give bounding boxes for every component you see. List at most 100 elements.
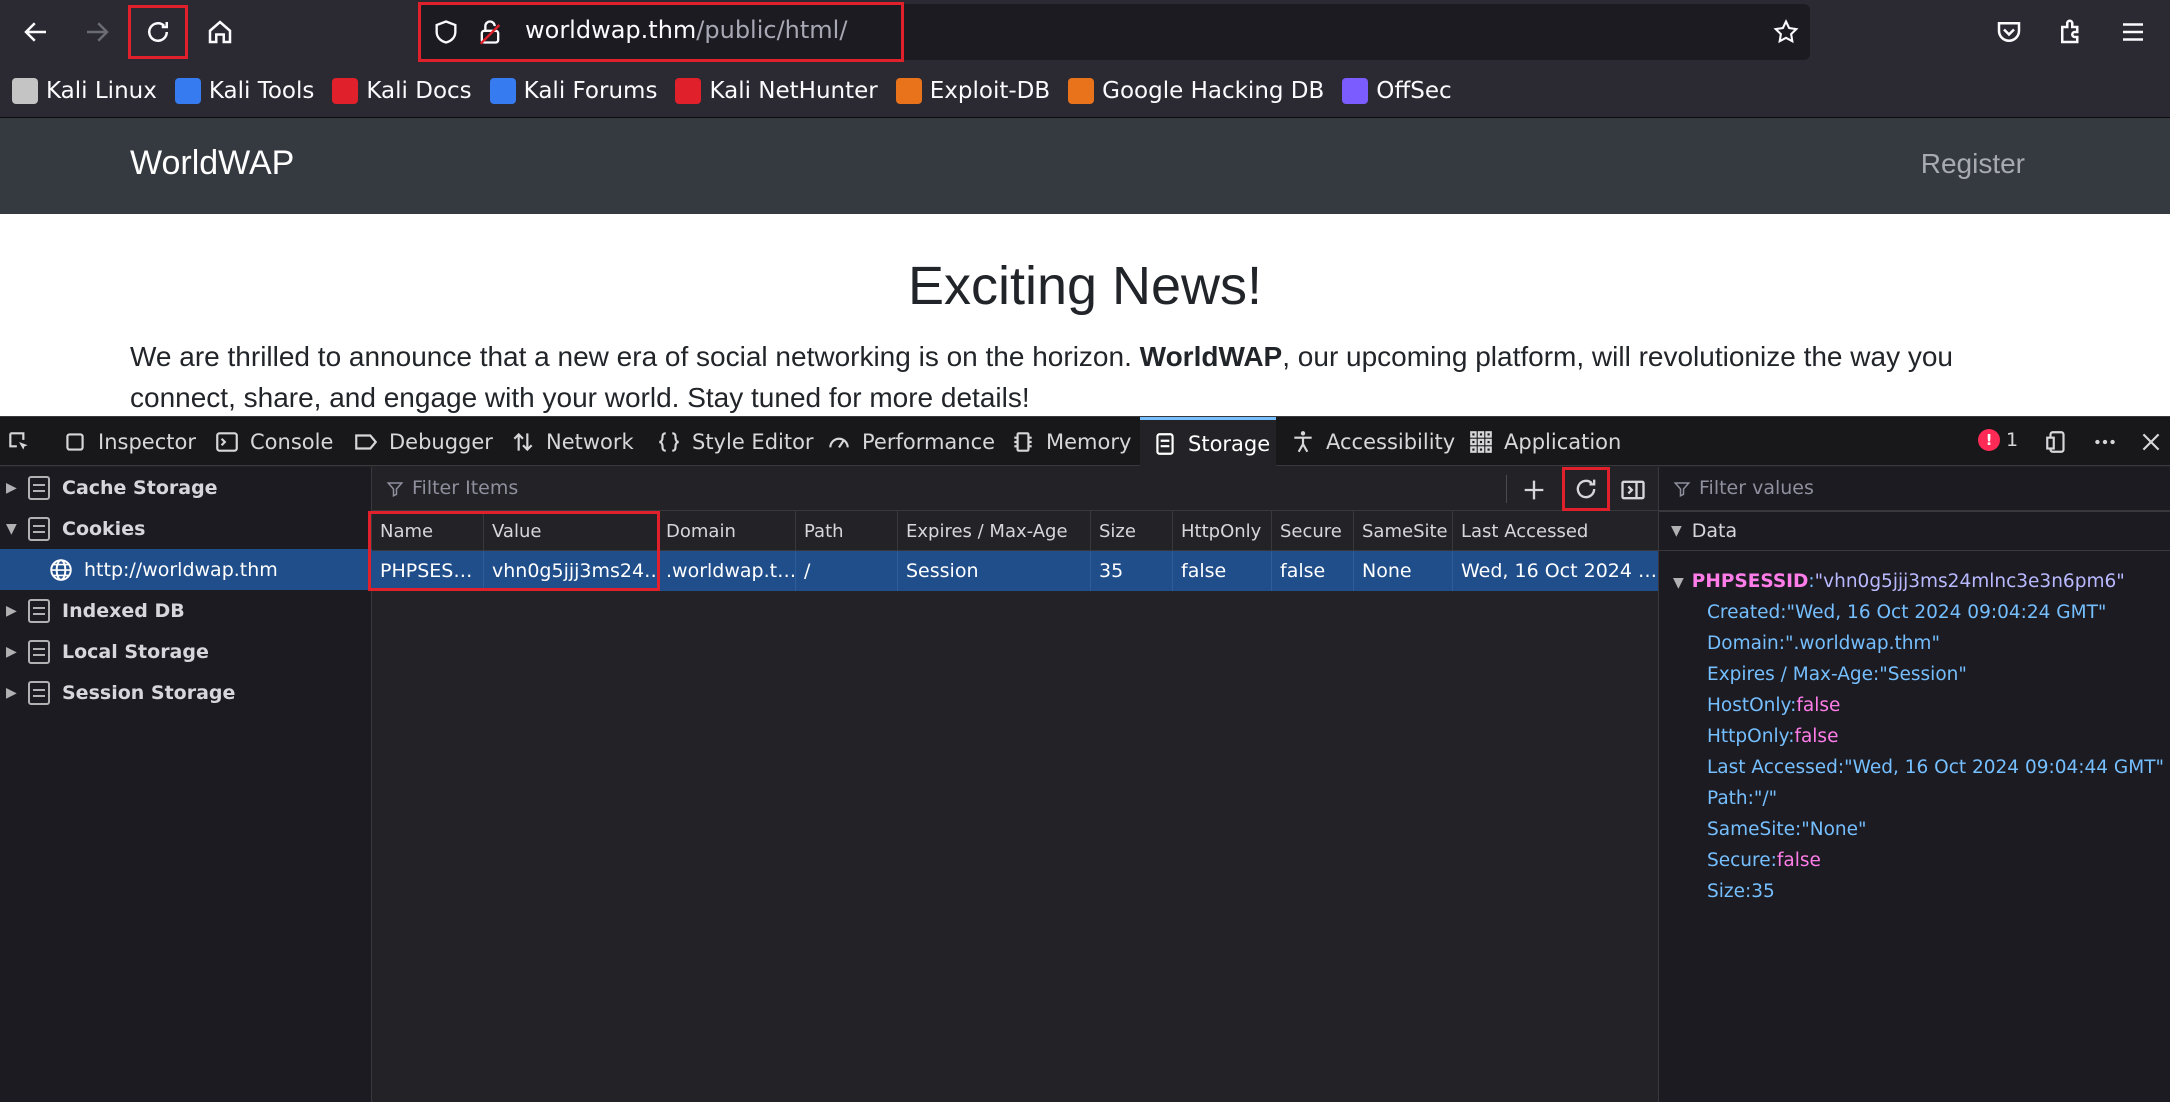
menu-button[interactable]: [2109, 8, 2157, 56]
page-headline: Exciting News!: [907, 256, 1263, 316]
tab-network[interactable]: Network: [510, 417, 634, 467]
toggle-sidebar-button[interactable]: [1612, 471, 1654, 509]
tab-console[interactable]: Console: [214, 417, 333, 467]
reload-button[interactable]: [128, 5, 188, 59]
data-key: HttpOnly: [1707, 726, 1789, 747]
ghdb-icon: [1068, 77, 1095, 104]
tab-performance[interactable]: Performance: [826, 417, 995, 467]
data-created[interactable]: Created:"Wed, 16 Oct 2024 09:04:24 GMT": [1707, 602, 2106, 623]
collapse-arrow-icon[interactable]: ▼: [6, 521, 20, 537]
tree-indexed-db[interactable]: ▶ Indexed DB: [0, 590, 372, 631]
tree-cookie-host[interactable]: http://worldwap.thm: [0, 549, 372, 590]
responsive-design-button[interactable]: [2044, 417, 2080, 467]
bookmark-google-hacking-db[interactable]: Google Hacking DB: [1068, 77, 1324, 104]
bookmark-kali-forums[interactable]: Kali Forums: [489, 77, 657, 104]
storage-icon: [28, 475, 50, 500]
devtools-options-button[interactable]: [2092, 417, 2128, 467]
expand-arrow-icon[interactable]: ▶: [6, 644, 20, 660]
plus-icon: [1524, 480, 1544, 500]
bookmark-kali-tools[interactable]: Kali Tools: [174, 77, 314, 104]
data-domain[interactable]: Domain:".worldwap.thm": [1707, 633, 1940, 654]
name-value-highlight-box: [368, 511, 660, 591]
collapse-arrow-icon[interactable]: ▼: [1673, 575, 1684, 591]
tree-local-storage[interactable]: ▶ Local Storage: [0, 631, 372, 672]
tree-cache-storage[interactable]: ▶ Cache Storage: [0, 467, 372, 508]
add-item-button[interactable]: [1513, 471, 1555, 509]
data-httponly[interactable]: HttpOnly:false: [1707, 726, 1838, 747]
data-last-accessed[interactable]: Last Accessed:"Wed, 16 Oct 2024 09:04:44…: [1707, 757, 2164, 778]
cell-samesite[interactable]: None: [1354, 551, 1453, 591]
tab-debugger[interactable]: Debugger: [353, 417, 493, 467]
col-header-last-accessed[interactable]: Last Accessed: [1453, 511, 1658, 551]
bookmark-kali-docs[interactable]: Kali Docs: [332, 77, 472, 104]
expand-arrow-icon[interactable]: ▶: [6, 603, 20, 619]
forward-button[interactable]: [73, 8, 121, 56]
bookmark-offsec[interactable]: OffSec: [1342, 77, 1452, 104]
data-samesite[interactable]: SameSite:"None": [1707, 819, 1867, 840]
cell-last-accessed[interactable]: Wed, 16 Oct 2024 …: [1453, 551, 1658, 591]
tree-session-storage[interactable]: ▶ Session Storage: [0, 672, 372, 713]
arrow-left-icon: [24, 22, 46, 42]
bookmark-kali-linux[interactable]: Kali Linux: [12, 77, 157, 104]
web-page: WorldWAP Register Exciting News! We are …: [0, 118, 2170, 416]
col-header-path[interactable]: Path: [796, 511, 898, 551]
tree-label: Cookies: [62, 517, 146, 540]
tab-inspector[interactable]: Inspector: [62, 417, 196, 467]
filter-values-bar: Filter values: [1659, 467, 2170, 511]
bookmark-star-icon[interactable]: [1772, 18, 1800, 46]
col-header-httponly[interactable]: HttpOnly: [1173, 511, 1272, 551]
extensions-button[interactable]: [2047, 8, 2095, 56]
exploit-db-icon: [895, 77, 922, 104]
cell-path[interactable]: /: [796, 551, 898, 591]
devtools-tabbar: Inspector Console Debugger Network Style…: [0, 416, 2170, 467]
tab-application[interactable]: Application: [1468, 417, 1621, 467]
collapse-arrow-icon[interactable]: ▼: [1671, 523, 1682, 539]
tab-accessibility[interactable]: Accessibility: [1290, 417, 1455, 467]
tab-label: Console: [250, 430, 334, 454]
error-count-badge[interactable]: ! 1: [1978, 429, 2018, 451]
filter-icon: [386, 482, 404, 497]
expand-arrow-icon[interactable]: ▶: [6, 480, 20, 496]
puzzle-icon: [2061, 19, 2079, 44]
filter-items-input[interactable]: Filter Items: [412, 477, 518, 499]
bookmark-exploit-db[interactable]: Exploit-DB: [895, 77, 1051, 104]
pocket-button[interactable]: [1985, 8, 2033, 56]
data-root-entry[interactable]: ▼ PHPSESSID:"vhn0g5jjj3ms24mlnc3e3n6pm6": [1673, 571, 2125, 592]
data-key: SameSite: [1707, 819, 1796, 840]
bookmark-label: Exploit-DB: [929, 77, 1051, 104]
filter-values-input[interactable]: Filter values: [1699, 477, 1814, 499]
data-size[interactable]: Size:35: [1707, 881, 1775, 902]
cell-secure[interactable]: false: [1272, 551, 1354, 591]
home-button[interactable]: [196, 8, 244, 56]
refresh-items-button[interactable]: [1562, 467, 1610, 511]
data-expires[interactable]: Expires / Max-Age:"Session": [1707, 664, 1967, 685]
cell-expires[interactable]: Session: [898, 551, 1091, 591]
col-header-domain[interactable]: Domain: [658, 511, 796, 551]
error-count: 1: [2006, 429, 2019, 451]
cell-domain[interactable]: .worldwap.t…: [658, 551, 796, 591]
data-secure[interactable]: Secure:false: [1707, 850, 1821, 871]
tree-cookies[interactable]: ▼ Cookies: [0, 508, 372, 549]
tab-style-editor[interactable]: Style Editor: [656, 417, 814, 467]
data-path[interactable]: Path:"/": [1707, 788, 1777, 809]
element-picker-button[interactable]: [6, 417, 42, 467]
tab-memory[interactable]: Memory: [1010, 417, 1131, 467]
col-header-secure[interactable]: Secure: [1272, 511, 1354, 551]
bookmark-kali-nethunter[interactable]: Kali NetHunter: [675, 77, 878, 104]
back-button[interactable]: [12, 8, 60, 56]
cell-httponly[interactable]: false: [1173, 551, 1272, 591]
tab-storage[interactable]: Storage: [1140, 417, 1276, 467]
browser-toolbar: worldwap.thm/public/html/: [0, 0, 2170, 64]
col-header-size[interactable]: Size: [1091, 511, 1173, 551]
col-header-expires[interactable]: Expires / Max-Age: [898, 511, 1091, 551]
cookie-data-sidebar: Filter values ▼ Data ▼ PHPSESSID:"vhn0g5jj…: [1658, 467, 2170, 1102]
register-link[interactable]: Register: [1921, 148, 2025, 180]
network-arrows-icon: [513, 432, 533, 452]
data-section-header[interactable]: ▼ Data: [1659, 511, 2170, 551]
data-hostonly[interactable]: HostOnly:false: [1707, 695, 1840, 716]
site-brand[interactable]: WorldWAP: [130, 144, 294, 183]
cell-size[interactable]: 35: [1091, 551, 1173, 591]
col-header-samesite[interactable]: SameSite: [1354, 511, 1453, 551]
close-devtools-button[interactable]: [2138, 417, 2170, 467]
expand-arrow-icon[interactable]: ▶: [6, 685, 20, 701]
